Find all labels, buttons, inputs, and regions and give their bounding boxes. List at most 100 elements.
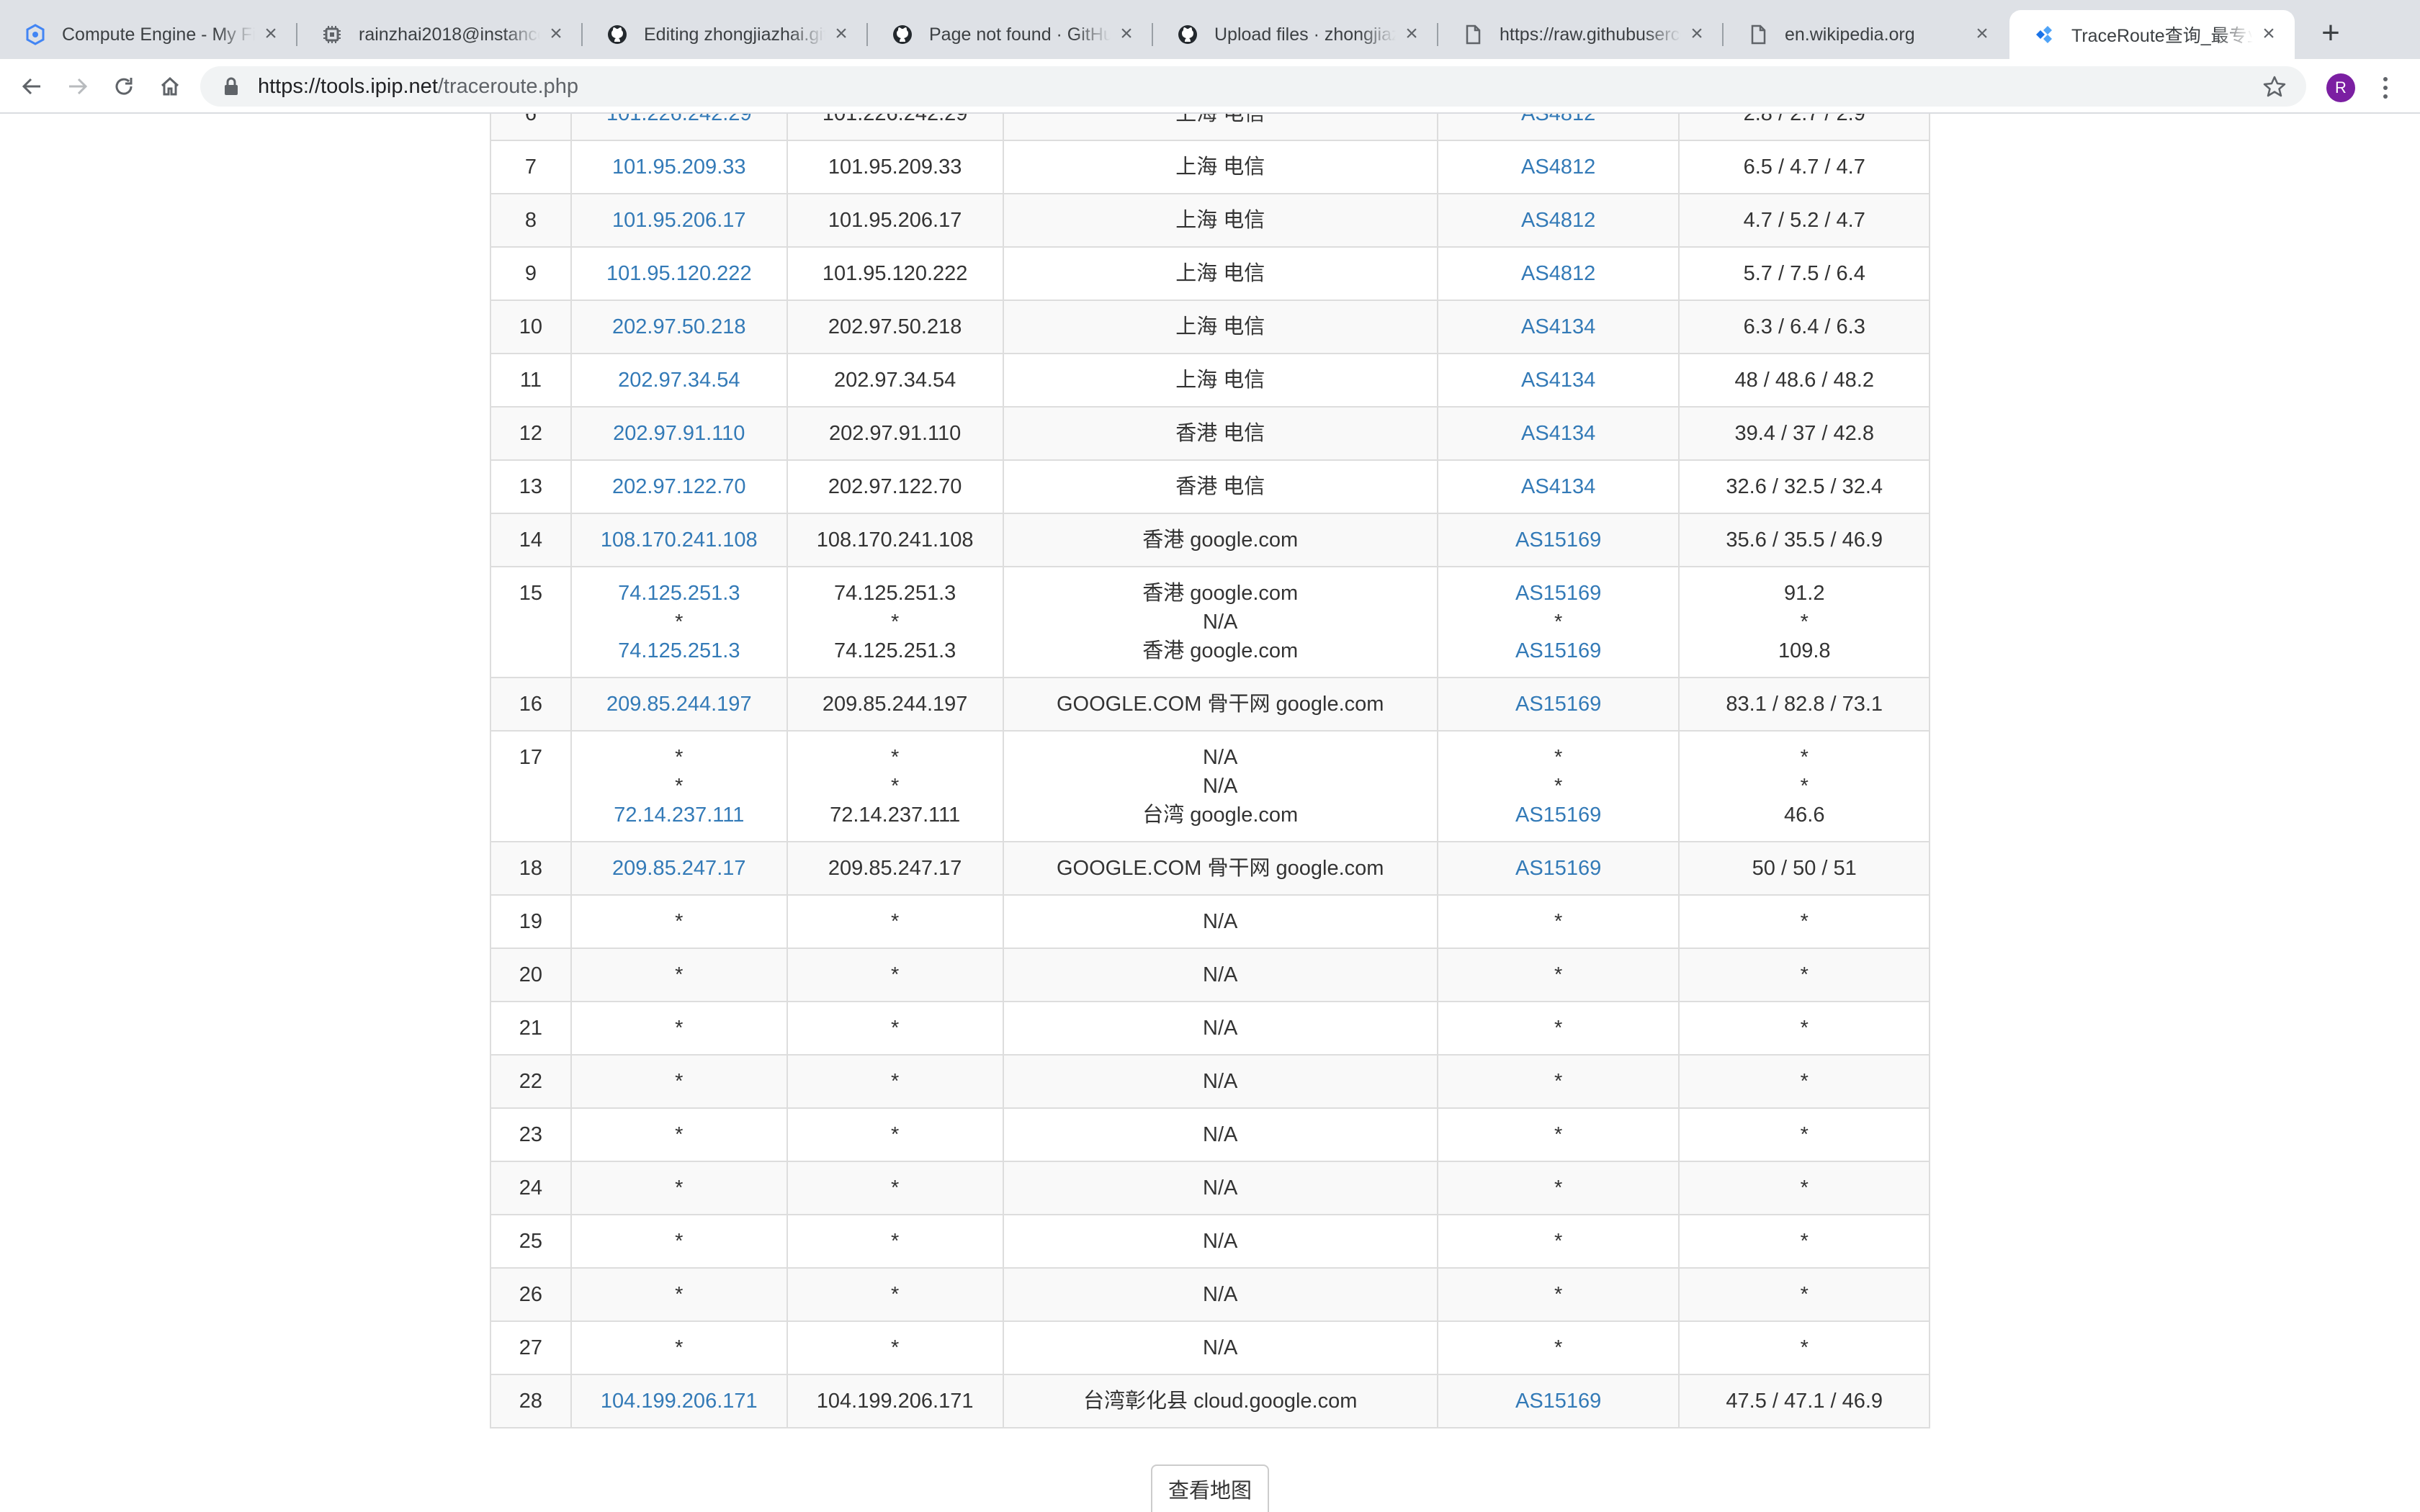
more-menu-icon[interactable] [2377,72,2394,104]
cell-text: N/A [1203,1017,1238,1040]
ip-link[interactable]: 101.95.206.17 [576,206,782,235]
tab-traceroute[interactable]: TraceRoute查询_最专业的 × [2009,10,2295,59]
close-icon[interactable]: × [2259,23,2279,45]
ip-link[interactable]: 72.14.237.111 [576,801,782,829]
tab-title: TraceRoute查询_最专业的 [2071,26,2253,46]
cell-text: 32.6 / 32.5 / 32.4 [1726,475,1883,498]
tab-title: Page not found · GitHub Pages [929,24,1111,45]
asn-link[interactable]: AS4134 [1443,419,1675,448]
asn-link[interactable]: AS4134 [1443,366,1675,395]
ip-link[interactable]: 74.125.251.3 [576,636,782,665]
asn-link[interactable]: AS4134 [1443,312,1675,341]
asn-cell: * * AS15169 [1436,730,1680,842]
asn-link[interactable]: AS4812 [1443,114,1675,128]
ip-link[interactable]: 202.97.50.218 [576,312,782,341]
rtt-cell: 6.3 / 6.4 / 6.3 [1678,300,1930,354]
asn-link[interactable]: AS4812 [1443,153,1675,181]
tab-raw-githubusercontent[interactable]: https://raw.githubusercontent.com × [1438,10,1724,59]
asn-link[interactable]: AS4812 [1443,259,1675,288]
hop-number-cell: 14 [490,513,572,567]
ip-link[interactable]: 104.199.206.171 [576,1387,782,1416]
rtt-cell: * [1678,1320,1930,1375]
asn-link[interactable]: AS15169 [1443,690,1675,719]
tab-instance-ssh[interactable]: rainzhai2018@instance-1 × [297,10,583,59]
ip-cell: 202.97.122.70 [570,459,788,514]
table-row: 9 101.95.120.222 101.95.120.222 上海 电信 AS4812… [490,246,1930,301]
cell-text: * [675,1123,684,1146]
ip-link[interactable]: 209.85.247.17 [576,854,782,883]
asn-cell: * [1436,1054,1680,1109]
cell-text: 202.97.34.54 [833,369,956,392]
asn-cell: * [1436,1214,1680,1269]
cell-text: * [1800,963,1809,986]
close-icon[interactable]: × [1402,23,1422,45]
asn-link[interactable]: AS4812 [1443,206,1675,235]
ip-link[interactable]: 108.170.241.108 [576,526,782,554]
asn-cell: * [1436,1161,1680,1215]
back-button[interactable] [14,69,49,104]
location-cell: 香港 google.com N/A 香港 google.com [1002,566,1438,678]
close-icon[interactable]: × [261,23,281,45]
asn-link[interactable]: AS4134 [1443,472,1675,501]
github-icon [892,24,913,45]
reload-button[interactable] [107,69,141,104]
asn-link[interactable]: AS15169 [1443,579,1675,608]
ip-link[interactable]: 101.226.242.29 [576,114,782,128]
rtt-cell: 47.5 / 47.1 / 46.9 [1678,1374,1930,1428]
tab-wikipedia[interactable]: en.wikipedia.org × [1723,10,2008,59]
close-icon[interactable]: × [1687,23,1707,45]
ip-link[interactable]: 202.97.122.70 [576,472,782,501]
rtt-cell: * [1678,1161,1930,1215]
profile-avatar[interactable]: R [2326,73,2355,102]
new-tab-button[interactable]: + [2312,16,2349,53]
hostname-cell: * [786,1107,1004,1162]
tab-title: Upload files · zhongjiazhai [1214,24,1396,45]
ip-link[interactable]: 74.125.251.3 [576,579,782,608]
ip-link[interactable]: 202.97.91.110 [576,419,782,448]
location-cell: GOOGLE.COM 骨干网 google.com [1002,841,1438,896]
asn-link[interactable]: AS15169 [1443,801,1675,829]
tab-upload-files[interactable]: Upload files · zhongjiazhai × [1152,10,1438,59]
reload-icon [115,78,133,95]
star-icon[interactable] [2262,73,2287,99]
cell-text: * [675,611,684,634]
close-icon[interactable]: × [831,23,851,45]
cell-text: * [891,1336,900,1359]
asn-link[interactable]: AS15169 [1443,636,1675,665]
home-button[interactable] [153,69,187,104]
hop-number-cell: 10 [490,300,572,354]
ip-link[interactable]: 202.97.34.54 [576,366,782,395]
asn-cell: AS4812 [1436,140,1680,194]
ip-link[interactable]: 101.95.209.33 [576,153,782,181]
asn-cell: AS4134 [1436,300,1680,354]
tab-github-editing[interactable]: Editing zhongjiazhai.github.io × [582,10,868,59]
asn-link[interactable]: AS15169 [1443,1387,1675,1416]
close-icon[interactable]: × [1116,23,1137,45]
hostname-cell: 202.97.50.218 [786,300,1004,354]
ip-link[interactable]: 101.95.120.222 [576,259,782,288]
tab-page-not-found[interactable]: Page not found · GitHub Pages × [867,10,1153,59]
cell-text: * [675,775,684,798]
tab-compute-engine[interactable]: Compute Engine - My First Project × [0,10,297,59]
forward-button[interactable] [60,69,95,104]
cell-text: N/A [1203,1230,1238,1253]
cell-text: 香港 电信 [1175,475,1265,498]
location-cell: 上海 电信 [1002,246,1438,301]
asn-link[interactable]: AS15169 [1443,526,1675,554]
close-icon[interactable]: × [1972,23,1992,45]
lock-icon[interactable] [222,76,241,97]
hop-number-cell: 18 [490,841,572,896]
hostname-cell: 101.95.120.222 [786,246,1004,301]
close-icon[interactable]: × [546,23,566,45]
cell-text: 74.125.251.3 [833,639,956,662]
view-map-button[interactable]: 查看地图 [1151,1464,1269,1512]
asn-link[interactable]: AS15169 [1443,854,1675,883]
cell-text: * [675,1336,684,1359]
asn-cell: * [1436,894,1680,949]
cell-text: 香港 电信 [1175,422,1265,445]
address-bar[interactable]: https://tools.ipip.net/traceroute.php [200,66,2306,107]
ip-link[interactable]: 209.85.244.197 [576,690,782,719]
ip-cell: * [570,1267,788,1322]
location-cell: 香港 电信 [1002,459,1438,514]
hostname-cell: 108.170.241.108 [786,513,1004,567]
